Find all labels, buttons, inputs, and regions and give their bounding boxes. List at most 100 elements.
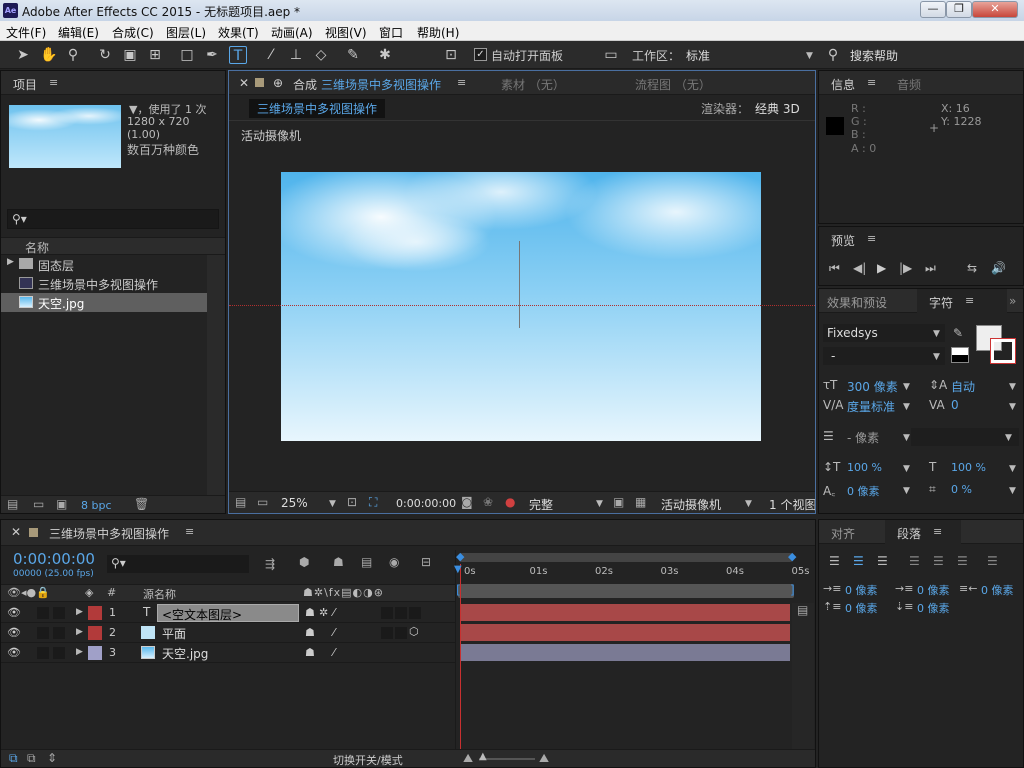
tab-preview[interactable]: 预览 [831, 232, 855, 249]
last-frame-icon[interactable]: ⏭ [925, 261, 936, 276]
layer-name-field[interactable]: <空文本图层> [157, 604, 299, 622]
timeline-comp-tab[interactable]: 三维场景中多视图操作 [49, 525, 169, 542]
zoom-out-icon[interactable]: ⛰ [463, 751, 473, 766]
expand-arrow-icon[interactable]: ▶ [76, 627, 83, 637]
panel-menu-icon[interactable]: ≡ [965, 294, 974, 307]
close-tab-icon[interactable]: ✕ [11, 525, 21, 539]
view-layout-dropdown[interactable]: 1 个视图 [769, 496, 815, 513]
lock-toggle[interactable] [53, 607, 65, 619]
kerning-value[interactable]: 度量标准 [847, 398, 895, 415]
pen-tool-icon[interactable]: ✒ [203, 46, 221, 64]
region-of-interest-icon[interactable]: ▣ [613, 495, 624, 509]
workspace-dropdown[interactable]: 标准 [686, 47, 816, 64]
list-item[interactable]: 天空.jpg [1, 293, 207, 312]
menu-view[interactable]: 视图(V) [325, 24, 367, 41]
eyedropper-icon[interactable]: ✎ [953, 326, 963, 340]
toggle-switches-modes[interactable]: 切换开关/模式 [333, 752, 403, 768]
snapshot-icon[interactable]: ◙ [461, 495, 473, 509]
eye-icon[interactable]: 👁 [7, 646, 21, 659]
font-style-dropdown[interactable]: - ▼ [823, 347, 945, 365]
switch-box[interactable] [381, 607, 393, 619]
snap-icon[interactable]: ⊡ [442, 46, 460, 64]
quality-switch-icon[interactable]: ⁄ [333, 646, 335, 659]
panel-menu-icon[interactable]: ≡ [49, 76, 58, 89]
justify-all-icon[interactable]: ☰ [987, 554, 998, 568]
align-center-icon[interactable]: ☰ [853, 554, 864, 568]
clone-stamp-tool-icon[interactable]: ⊥ [287, 46, 305, 64]
3d-layer-icon[interactable]: ⬡ [409, 625, 419, 638]
tsume-value[interactable]: 0 % [951, 483, 972, 496]
panel-menu-icon[interactable]: ≡ [867, 232, 876, 245]
menu-animation[interactable]: 动画(A) [271, 24, 313, 41]
font-size-value[interactable]: 300 像素 [847, 378, 898, 395]
font-family-dropdown[interactable]: Fixedsys ▼ [823, 324, 945, 342]
transparency-grid-icon[interactable]: ▦ [635, 495, 646, 509]
tab-paragraph[interactable]: 段落 [897, 525, 921, 542]
lock-toggle[interactable] [53, 627, 65, 639]
switch-box[interactable] [381, 627, 393, 639]
tab-effects-presets[interactable]: 效果和预设 [827, 294, 887, 311]
next-frame-icon[interactable]: |▶ [899, 261, 912, 275]
layer-label-color[interactable] [88, 646, 102, 660]
default-colors-icon[interactable] [951, 347, 969, 363]
channel-icon[interactable]: ● [505, 495, 515, 509]
timeline-scrollbar[interactable] [792, 603, 814, 763]
quality-switch-icon[interactable]: ⁄ [333, 626, 335, 639]
expand-arrow-icon[interactable]: ▶ [7, 257, 14, 267]
layer-name[interactable]: 天空.jpg [162, 645, 208, 662]
tab-project[interactable]: 项目 [13, 76, 37, 93]
work-area-end-icon[interactable]: ◆ [788, 550, 796, 563]
panel-menu-icon[interactable]: ≡ [457, 76, 466, 89]
layer-duration-bar[interactable] [460, 644, 790, 661]
puppet-tool-icon[interactable]: ✱ [376, 46, 394, 64]
new-composition-icon[interactable]: ▣ [56, 497, 67, 511]
in-out-icon[interactable]: ⇕ [47, 751, 57, 765]
always-preview-icon[interactable]: ▤ [235, 495, 246, 509]
project-search-input[interactable]: ⚲▾ [7, 209, 219, 229]
layer-duration-bar[interactable] [460, 604, 790, 621]
menu-window[interactable]: 窗口 [379, 24, 403, 41]
baseline-shift-value[interactable]: 0 像素 [847, 483, 880, 499]
timeline-search-input[interactable]: ⚲▾ [107, 555, 249, 573]
previous-frame-icon[interactable]: ◀| [853, 261, 866, 275]
menu-file[interactable]: 文件(F) [6, 24, 46, 41]
expand-arrow-icon[interactable]: ▶ [76, 607, 83, 617]
menu-help[interactable]: 帮助(H) [417, 24, 459, 41]
zoom-tool-icon[interactable]: ⚲ [64, 46, 82, 64]
justify-right-icon[interactable]: ☰ [957, 554, 968, 568]
panel-menu-icon[interactable]: ≡ [933, 525, 942, 538]
playhead-icon[interactable]: ▼ [454, 564, 462, 575]
mask-visibility-icon[interactable]: ⛶ [369, 495, 377, 510]
tab-flowchart[interactable]: 流程图 （无） [635, 76, 711, 93]
menu-composition[interactable]: 合成(C) [112, 24, 154, 41]
rotate-tool-icon[interactable]: ↻ [96, 46, 114, 64]
play-icon[interactable]: ▶ [877, 261, 886, 275]
maximize-button[interactable]: ❐ [946, 1, 972, 18]
layer-switches-icon[interactable]: ⧉ [9, 751, 18, 766]
shy-switch-icon[interactable]: ☗ [305, 606, 315, 619]
stroke-color-swatch[interactable] [990, 338, 1016, 364]
list-item[interactable]: 三维场景中多视图操作 [1, 274, 225, 293]
project-scrollbar[interactable] [207, 255, 225, 497]
composition-tab-name[interactable]: 三维场景中多视图操作 [321, 76, 441, 93]
align-right-icon[interactable]: ☰ [877, 554, 888, 568]
lock-toggle[interactable] [53, 647, 65, 659]
hand-tool-icon[interactable]: ✋ [40, 46, 58, 64]
indent-first-line-value[interactable]: 0 像素 [917, 582, 950, 598]
more-tabs-icon[interactable]: » [1009, 294, 1016, 308]
comp-button-icon[interactable]: ▤ [797, 603, 808, 617]
transfer-controls-icon[interactable]: ⧉ [27, 751, 36, 766]
brush-tool-icon[interactable]: ⁄ [262, 46, 280, 64]
tab-footage[interactable]: 素材 （无） [501, 76, 565, 93]
monitor-icon[interactable]: ▭ [257, 495, 268, 509]
stroke-type-dropdown[interactable]: ▼ [911, 428, 1019, 446]
tab-character[interactable]: 字符 [929, 294, 953, 311]
layer-label-color[interactable] [88, 606, 102, 620]
align-left-icon[interactable]: ☰ [829, 554, 840, 568]
new-folder-icon[interactable]: ▭ [33, 497, 44, 511]
layer-duration-bar[interactable] [460, 624, 790, 641]
zoom-in-icon[interactable]: ⛰ [539, 751, 549, 766]
shy-layers-icon[interactable]: ☗ [333, 555, 344, 569]
tab-audio[interactable]: 音频 [897, 76, 921, 93]
show-snapshot-icon[interactable]: ❀ [483, 495, 493, 509]
